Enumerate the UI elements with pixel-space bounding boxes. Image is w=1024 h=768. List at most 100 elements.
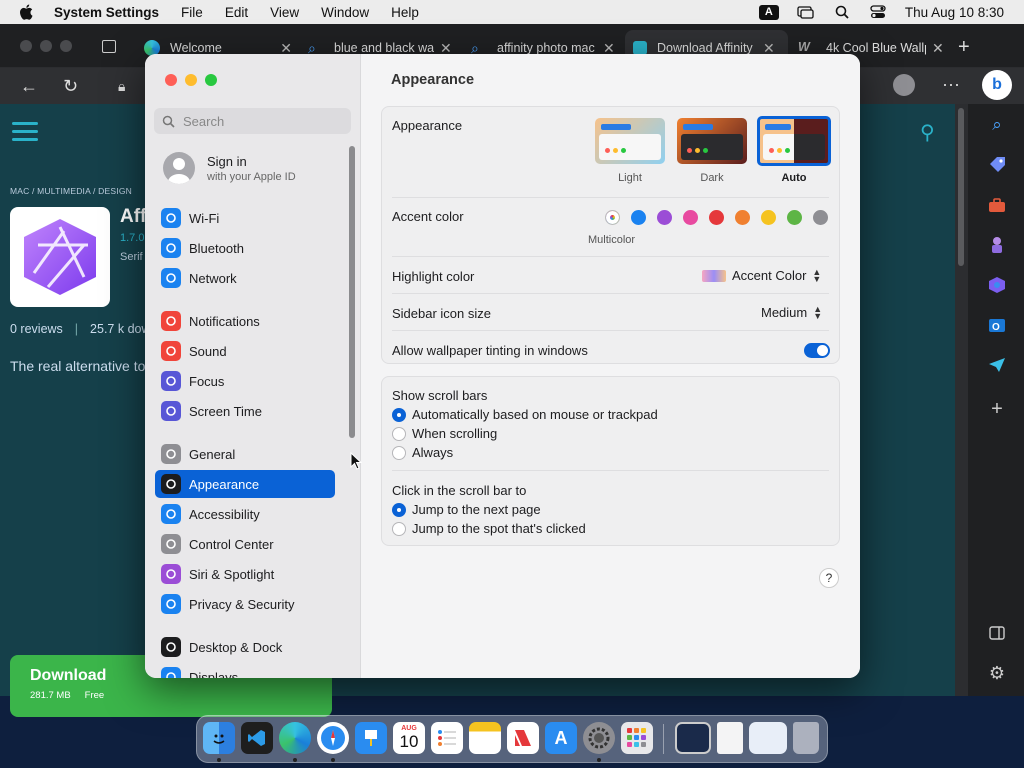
- sidebar-item-control-center[interactable]: Control Center: [155, 530, 335, 558]
- bing-copilot-icon[interactable]: b: [982, 70, 1012, 100]
- accent-swatch-1[interactable]: [631, 210, 646, 225]
- scroll-bars-always-radio[interactable]: [392, 446, 406, 460]
- sidebar-item-displays[interactable]: Displays: [155, 663, 335, 678]
- close-tab-icon[interactable]: ✕: [932, 40, 944, 57]
- appearance-auto-thumb[interactable]: [757, 116, 831, 166]
- wallpaper-tinting-toggle[interactable]: [804, 343, 830, 358]
- games-icon[interactable]: [986, 234, 1008, 256]
- help-button[interactable]: ?: [819, 568, 839, 588]
- click-scroll-spot-label[interactable]: Jump to the spot that's clicked: [412, 521, 586, 536]
- lock-icon[interactable]: 🔒︎: [118, 78, 125, 95]
- scroll-bars-auto-radio[interactable]: [392, 408, 406, 422]
- sidebar-item-siri-spotlight[interactable]: Siri & Spotlight: [155, 560, 335, 588]
- sidebar-item-bluetooth[interactable]: Bluetooth: [155, 234, 335, 262]
- sidebar-toggle-icon[interactable]: [986, 622, 1008, 644]
- sidebar-item-wi-fi[interactable]: Wi-Fi: [155, 204, 335, 232]
- reviews-count[interactable]: 0 reviews: [10, 322, 63, 336]
- microsoft-365-icon[interactable]: [986, 274, 1008, 296]
- settings-search-input[interactable]: Search: [154, 108, 351, 134]
- sidebar-item-sound[interactable]: Sound: [155, 337, 335, 365]
- scroll-bars-auto-label[interactable]: Automatically based on mouse or trackpad: [412, 407, 658, 422]
- click-scroll-next-page-radio[interactable]: [392, 503, 406, 517]
- browser-traffic-lights[interactable]: [20, 40, 72, 52]
- outlook-icon[interactable]: O: [986, 314, 1008, 336]
- sidebar-item-notifications[interactable]: Notifications: [155, 307, 335, 335]
- apple-icon[interactable]: [16, 2, 36, 22]
- tab-actions-icon[interactable]: [102, 40, 116, 53]
- sidebar-item-screen-time[interactable]: Screen Time: [155, 397, 335, 425]
- control-center-icon[interactable]: [869, 4, 887, 20]
- finder-icon[interactable]: [203, 722, 235, 754]
- menu-edit[interactable]: Edit: [225, 5, 248, 20]
- trash-icon[interactable]: [793, 722, 819, 754]
- news-icon[interactable]: [507, 722, 539, 754]
- sidebar-search-icon[interactable]: ⌕: [986, 114, 1008, 136]
- settings-gear-icon[interactable]: ⚙︎: [986, 662, 1008, 684]
- input-source-icon[interactable]: A: [758, 4, 779, 20]
- app-developer[interactable]: Serif: [120, 251, 143, 263]
- appearance-light-thumb[interactable]: [595, 118, 665, 164]
- accent-swatch-4[interactable]: [709, 210, 724, 225]
- sidebar-item-focus[interactable]: Focus: [155, 367, 335, 395]
- calendar-icon[interactable]: AUG 10: [393, 722, 425, 754]
- zoom-window-button[interactable]: [205, 74, 217, 86]
- screenshot-icon[interactable]: [749, 722, 787, 754]
- accent-swatch-8[interactable]: [813, 210, 828, 225]
- accent-swatch-6[interactable]: [761, 210, 776, 225]
- apple-id-signin[interactable]: Sign in with your Apple ID: [163, 152, 296, 184]
- sidebar-scrollbar[interactable]: [349, 146, 355, 438]
- accent-swatch-7[interactable]: [787, 210, 802, 225]
- site-search-icon[interactable]: ⚲: [920, 120, 935, 145]
- breadcrumb[interactable]: MAC / MULTIMEDIA / DESIGN: [10, 186, 132, 196]
- sidebar-item-network[interactable]: Network: [155, 264, 335, 292]
- send-icon[interactable]: [986, 354, 1008, 376]
- sidebar-item-privacy-security[interactable]: Privacy & Security: [155, 590, 335, 618]
- hamburger-menu-icon[interactable]: [12, 122, 38, 146]
- sidebar-item-desktop-dock[interactable]: Desktop & Dock: [155, 633, 335, 661]
- accent-swatch-2[interactable]: [657, 210, 672, 225]
- app-store-icon[interactable]: A: [545, 722, 577, 754]
- keynote-icon[interactable]: [355, 722, 387, 754]
- more-icon[interactable]: ···: [942, 74, 960, 95]
- minimized-window-icon[interactable]: [675, 722, 711, 754]
- app-menu[interactable]: System Settings: [54, 5, 159, 20]
- spotlight-search-icon[interactable]: [833, 4, 851, 20]
- sidebar-item-general[interactable]: General: [155, 440, 335, 468]
- document-icon[interactable]: [717, 722, 743, 754]
- scroll-bars-when-scrolling-label[interactable]: When scrolling: [412, 426, 497, 441]
- menu-clock[interactable]: Thu Aug 10 8:30: [905, 5, 1004, 20]
- add-sidebar-app-icon[interactable]: +: [986, 398, 1008, 420]
- close-window-button[interactable]: [165, 74, 177, 86]
- menu-help[interactable]: Help: [391, 5, 419, 20]
- notes-icon[interactable]: [469, 722, 501, 754]
- edge-icon[interactable]: [279, 722, 311, 754]
- click-scroll-next-page-label[interactable]: Jump to the next page: [412, 502, 541, 517]
- sidebar-icon-size-popup[interactable]: Medium ▲ ▼: [761, 304, 822, 320]
- accent-swatch-3[interactable]: [683, 210, 698, 225]
- accent-swatch-0[interactable]: [605, 210, 620, 225]
- minimize-window-button[interactable]: [185, 74, 197, 86]
- profile-avatar[interactable]: [893, 74, 915, 96]
- sidebar-item-appearance[interactable]: Appearance: [155, 470, 335, 498]
- menu-window[interactable]: Window: [321, 5, 369, 20]
- launchpad-icon[interactable]: [621, 722, 653, 754]
- accent-swatch-5[interactable]: [735, 210, 750, 225]
- highlight-color-popup[interactable]: Accent Color ▲ ▼: [702, 267, 821, 283]
- back-icon[interactable]: ←: [20, 76, 38, 97]
- menu-view[interactable]: View: [270, 5, 299, 20]
- sidebar-item-accessibility[interactable]: Accessibility: [155, 500, 335, 528]
- system-settings-icon[interactable]: [583, 722, 615, 754]
- appearance-dark-thumb[interactable]: [677, 118, 747, 164]
- new-tab-icon[interactable]: +: [958, 36, 970, 59]
- screen-mirroring-icon[interactable]: [797, 4, 815, 20]
- safari-icon[interactable]: [317, 722, 349, 754]
- menu-file[interactable]: File: [181, 5, 203, 20]
- tools-icon[interactable]: [986, 194, 1008, 216]
- vscode-icon[interactable]: [241, 722, 273, 754]
- click-scroll-spot-radio[interactable]: [392, 522, 406, 536]
- scroll-bars-always-label[interactable]: Always: [412, 445, 453, 460]
- page-scrollbar[interactable]: [955, 104, 968, 696]
- refresh-icon[interactable]: ↻: [63, 76, 78, 97]
- scroll-bars-when-scrolling-radio[interactable]: [392, 427, 406, 441]
- reminders-icon[interactable]: [431, 722, 463, 754]
